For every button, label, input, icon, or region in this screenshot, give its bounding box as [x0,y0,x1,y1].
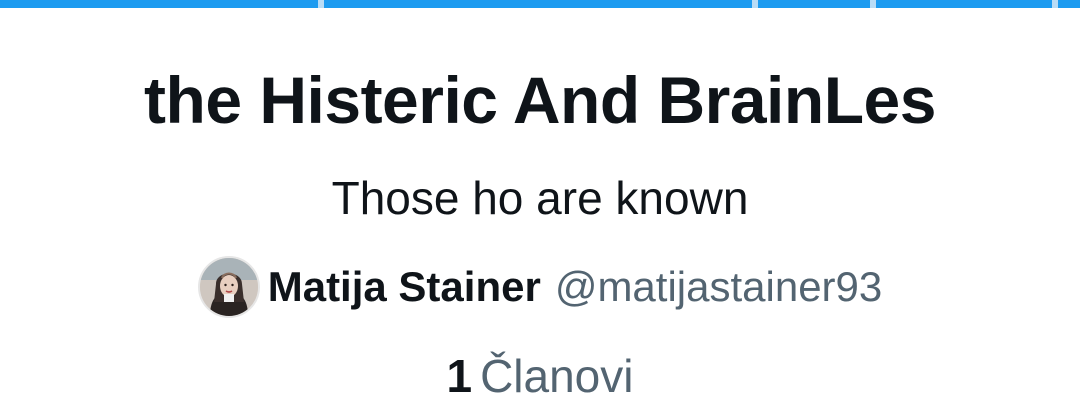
members-count: 1 [446,350,473,402]
owner-display-name[interactable]: Matija Stainer [268,262,541,312]
avatar[interactable] [197,256,260,318]
list-title: the Histeric And BrainLes [144,63,936,137]
members-label: Članovi [480,350,634,402]
banner-seam [1052,0,1058,8]
list-description: Those ho are known [331,172,749,224]
list-banner[interactable] [0,0,1080,8]
owner-handle[interactable]: @matijastainer93 [555,262,882,312]
user-avatar-photo-icon [199,258,258,316]
list-header: the Histeric And BrainLes Those ho are k… [0,0,1080,414]
list-owner[interactable]: Matija Stainer @matijastainer93 [0,254,1080,320]
banner-seam [870,0,876,8]
members-link[interactable]: 1 Članovi [0,348,1080,404]
banner-seam [318,0,324,8]
banner-seam [752,0,758,8]
